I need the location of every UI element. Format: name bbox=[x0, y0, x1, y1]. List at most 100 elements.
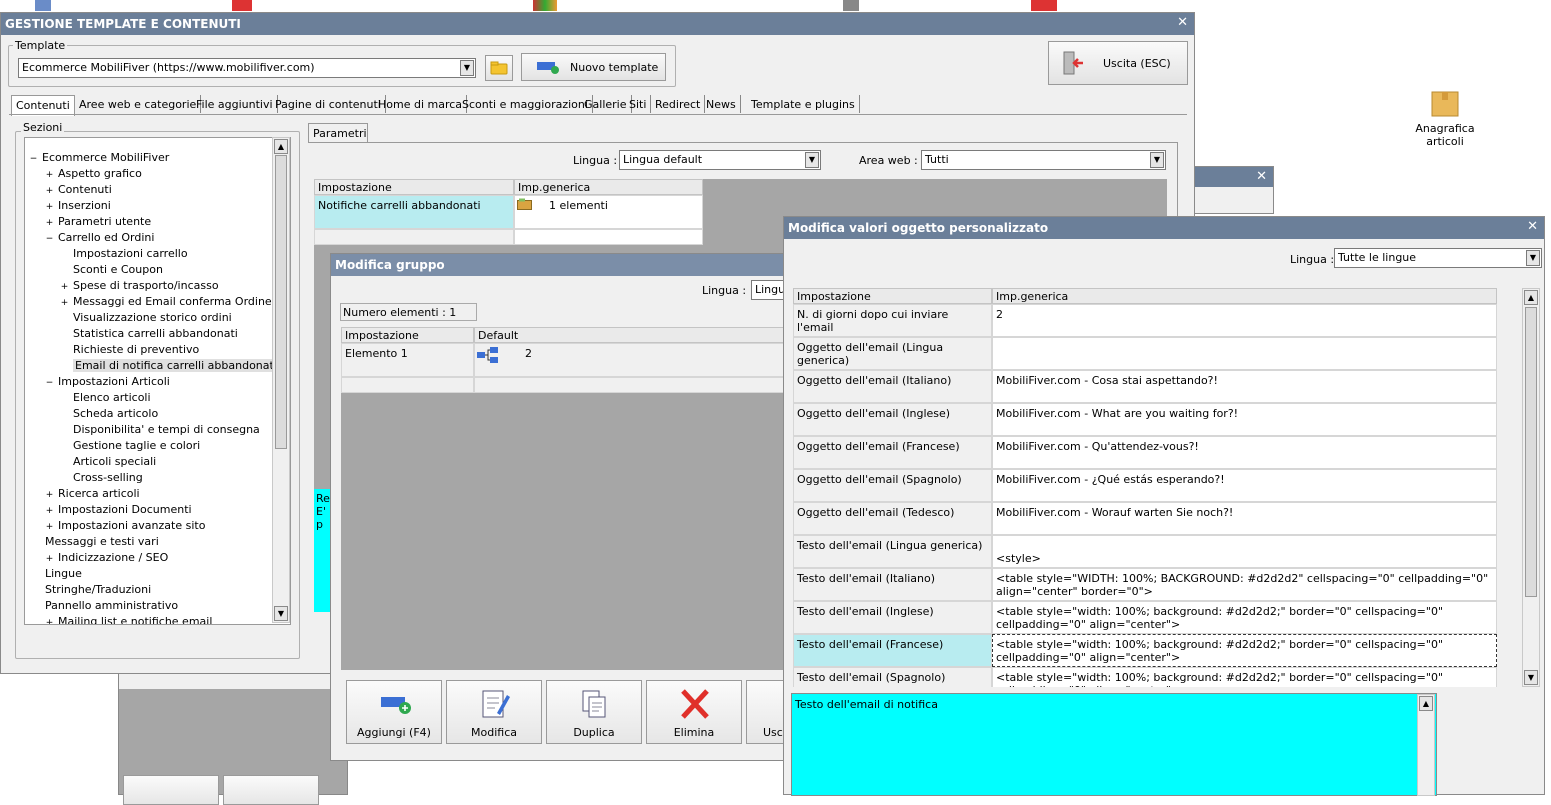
close-icon[interactable]: ✕ bbox=[1527, 219, 1538, 234]
tree-node[interactable]: + Parametri utente bbox=[45, 214, 151, 230]
collapse-icon[interactable]: − bbox=[45, 379, 54, 388]
custom-row-value[interactable]: MobiliFiver.com - Qu'attendez-vous?! bbox=[992, 436, 1497, 469]
custom-row-value[interactable]: <table style="width: 100%; background: #… bbox=[992, 667, 1497, 687]
tree-node[interactable]: + Indicizzazione / SEO bbox=[45, 550, 169, 566]
group-grid-cell-setting[interactable]: Elemento 1 bbox=[341, 343, 474, 377]
open-folder-button[interactable] bbox=[485, 55, 513, 81]
area-web-select[interactable]: Tutti ▼ bbox=[921, 150, 1166, 170]
custom-row-setting[interactable]: Oggetto dell'email (Tedesco) bbox=[793, 502, 992, 535]
tab-7[interactable]: Siti bbox=[625, 95, 652, 113]
tab-8[interactable]: Redirect bbox=[651, 95, 706, 113]
custom-row-value[interactable]: MobiliFiver.com - Cosa stai aspettando?! bbox=[992, 370, 1497, 403]
custom-row-setting[interactable]: Oggetto dell'email (Italiano) bbox=[793, 370, 992, 403]
close-icon[interactable]: ✕ bbox=[1256, 169, 1267, 184]
custom-row-value[interactable]: MobiliFiver.com - ¿Qué estás esperando?! bbox=[992, 469, 1497, 502]
edit-button[interactable]: Modifica bbox=[446, 680, 542, 744]
expand-icon[interactable]: + bbox=[45, 219, 54, 228]
custom-row-value[interactable]: <table style="width: 100%; background: #… bbox=[992, 601, 1497, 634]
expand-icon[interactable]: + bbox=[45, 187, 54, 196]
scroll-down-icon[interactable]: ▼ bbox=[1524, 670, 1538, 685]
tab-3[interactable]: Pagine di contenuti bbox=[271, 95, 386, 113]
sections-tree[interactable]: − Ecommerce MobiliFiver + Aspetto grafico + C… bbox=[24, 137, 291, 625]
custom-row-setting[interactable]: Oggetto dell'email (Francese) bbox=[793, 436, 992, 469]
tree-node[interactable]: Disponibilita' e tempi di consegna bbox=[60, 422, 260, 438]
tab-1[interactable]: Aree web e categorie bbox=[75, 95, 202, 113]
add-button[interactable]: Aggiungi (F4) bbox=[346, 680, 442, 744]
scroll-down-icon[interactable]: ▼ bbox=[274, 606, 288, 621]
expand-icon[interactable]: + bbox=[45, 203, 54, 212]
collapse-icon[interactable]: − bbox=[29, 155, 38, 164]
custom-row-value[interactable]: <style> bbox=[992, 535, 1497, 568]
expand-icon[interactable]: + bbox=[45, 491, 54, 500]
grid-cell-value[interactable]: 1 elementi bbox=[514, 195, 703, 229]
chevron-down-icon[interactable]: ▼ bbox=[1150, 152, 1164, 168]
tree-node[interactable]: Lingue bbox=[45, 566, 82, 582]
tree-node[interactable]: Pannello amministrativo bbox=[45, 598, 178, 614]
tree-node[interactable]: + Spese di trasporto/incasso bbox=[60, 278, 219, 294]
expand-icon[interactable]: + bbox=[60, 283, 69, 292]
template-select[interactable]: Ecommerce MobiliFiver (https://www.mobil… bbox=[18, 58, 476, 78]
tree-node[interactable]: − Carrello ed Ordini bbox=[45, 230, 155, 246]
tree-node[interactable]: + Aspetto grafico bbox=[45, 166, 142, 182]
tree-node[interactable]: Cross-selling bbox=[60, 470, 143, 486]
tree-node[interactable]: − Impostazioni Articoli bbox=[45, 374, 170, 390]
custom-grid-scrollbar[interactable]: ▲ ▼ bbox=[1522, 288, 1540, 687]
description-scrollbar[interactable]: ▲ bbox=[1417, 694, 1435, 796]
tree-node[interactable]: + Messaggi ed Email conferma Ordine bbox=[60, 294, 272, 310]
tree-node[interactable]: Impostazioni carrello bbox=[60, 246, 188, 262]
custom-row-setting[interactable]: Oggetto dell'email (Spagnolo) bbox=[793, 469, 992, 502]
chevron-down-icon[interactable]: ▼ bbox=[460, 60, 474, 76]
custom-row-value[interactable]: MobiliFiver.com - Worauf warten Sie noch… bbox=[992, 502, 1497, 535]
expand-icon[interactable]: + bbox=[45, 523, 54, 532]
custom-row-setting[interactable]: Oggetto dell'email (Lingua generica) bbox=[793, 337, 992, 370]
custom-row-setting[interactable]: Oggetto dell'email (Inglese) bbox=[793, 403, 992, 436]
tree-node[interactable]: Richieste di preventivo bbox=[60, 342, 199, 358]
background-add-button[interactable] bbox=[123, 775, 219, 805]
tree-node[interactable]: + Mailing list e notifiche email bbox=[45, 614, 213, 625]
grid-cell-setting[interactable]: Notifiche carrelli abbandonati bbox=[314, 195, 514, 229]
tree-node[interactable]: + Inserzioni bbox=[45, 198, 111, 214]
new-template-button[interactable]: Nuovo template bbox=[521, 53, 666, 81]
tree-node[interactable]: Gestione taglie e colori bbox=[60, 438, 200, 454]
tab-2[interactable]: File aggiuntivi bbox=[192, 95, 278, 113]
tab-6[interactable]: Gallerie bbox=[580, 95, 632, 113]
scroll-up-icon[interactable]: ▲ bbox=[274, 139, 288, 154]
tree-node[interactable]: Visualizzazione storico ordini bbox=[60, 310, 232, 326]
expand-icon[interactable]: + bbox=[45, 619, 54, 625]
tree-node[interactable]: − Ecommerce MobiliFiver bbox=[29, 150, 170, 166]
custom-row-setting[interactable]: Testo dell'email (Inglese) bbox=[793, 601, 992, 634]
tree-node[interactable]: Messaggi e testi vari bbox=[45, 534, 159, 550]
exit-button[interactable]: Uscita (ESC) bbox=[1048, 41, 1188, 85]
tree-node[interactable]: Statistica carrelli abbandonati bbox=[60, 326, 238, 342]
chevron-down-icon[interactable]: ▼ bbox=[1526, 250, 1540, 266]
custom-row-value[interactable]: <table style="width: 100%; background: #… bbox=[992, 634, 1497, 667]
tab-5[interactable]: Sconti e maggiorazioni bbox=[458, 95, 593, 113]
chevron-down-icon[interactable]: ▼ bbox=[805, 152, 819, 168]
tree-node[interactable]: + Ricerca articoli bbox=[45, 486, 140, 502]
tree-node[interactable]: Elenco articoli bbox=[60, 390, 151, 406]
tree-node[interactable]: Scheda articolo bbox=[60, 406, 158, 422]
custom-row-setting[interactable]: Testo dell'email (Francese) bbox=[793, 634, 992, 667]
desktop-icon-anagrafica[interactable]: Anagrafica articoli bbox=[1395, 86, 1495, 148]
expand-icon[interactable]: + bbox=[45, 507, 54, 516]
expand-icon[interactable]: + bbox=[45, 555, 54, 564]
scroll-thumb[interactable] bbox=[275, 155, 287, 449]
tree-node[interactable]: Email di notifica carrelli abbandonati bbox=[60, 358, 279, 374]
tree-node[interactable]: + Impostazioni Documenti bbox=[45, 502, 192, 518]
tree-node[interactable]: Articoli speciali bbox=[60, 454, 156, 470]
tab-4[interactable]: Home di marca bbox=[374, 95, 468, 113]
custom-row-setting[interactable]: N. di giorni dopo cui inviare l'email bbox=[793, 304, 992, 337]
expand-icon[interactable]: + bbox=[60, 299, 69, 308]
tab-9[interactable]: News bbox=[702, 95, 741, 113]
custom-row-value[interactable]: 2 bbox=[992, 304, 1497, 337]
custom-row-setting[interactable]: Testo dell'email (Lingua generica) bbox=[793, 535, 992, 568]
scroll-up-icon[interactable]: ▲ bbox=[1419, 696, 1433, 711]
background-second-button[interactable] bbox=[223, 775, 319, 805]
custom-row-value[interactable]: <table style="WIDTH: 100%; BACKGROUND: #… bbox=[992, 568, 1497, 601]
scroll-up-icon[interactable]: ▲ bbox=[1524, 290, 1538, 305]
param-tab[interactable]: Parametri bbox=[308, 123, 368, 143]
duplicate-button[interactable]: Duplica bbox=[546, 680, 642, 744]
custom-row-value[interactable]: MobiliFiver.com - What are you waiting f… bbox=[992, 403, 1497, 436]
delete-button[interactable]: Elimina bbox=[646, 680, 742, 744]
tree-node[interactable]: + Impostazioni avanzate sito bbox=[45, 518, 206, 534]
